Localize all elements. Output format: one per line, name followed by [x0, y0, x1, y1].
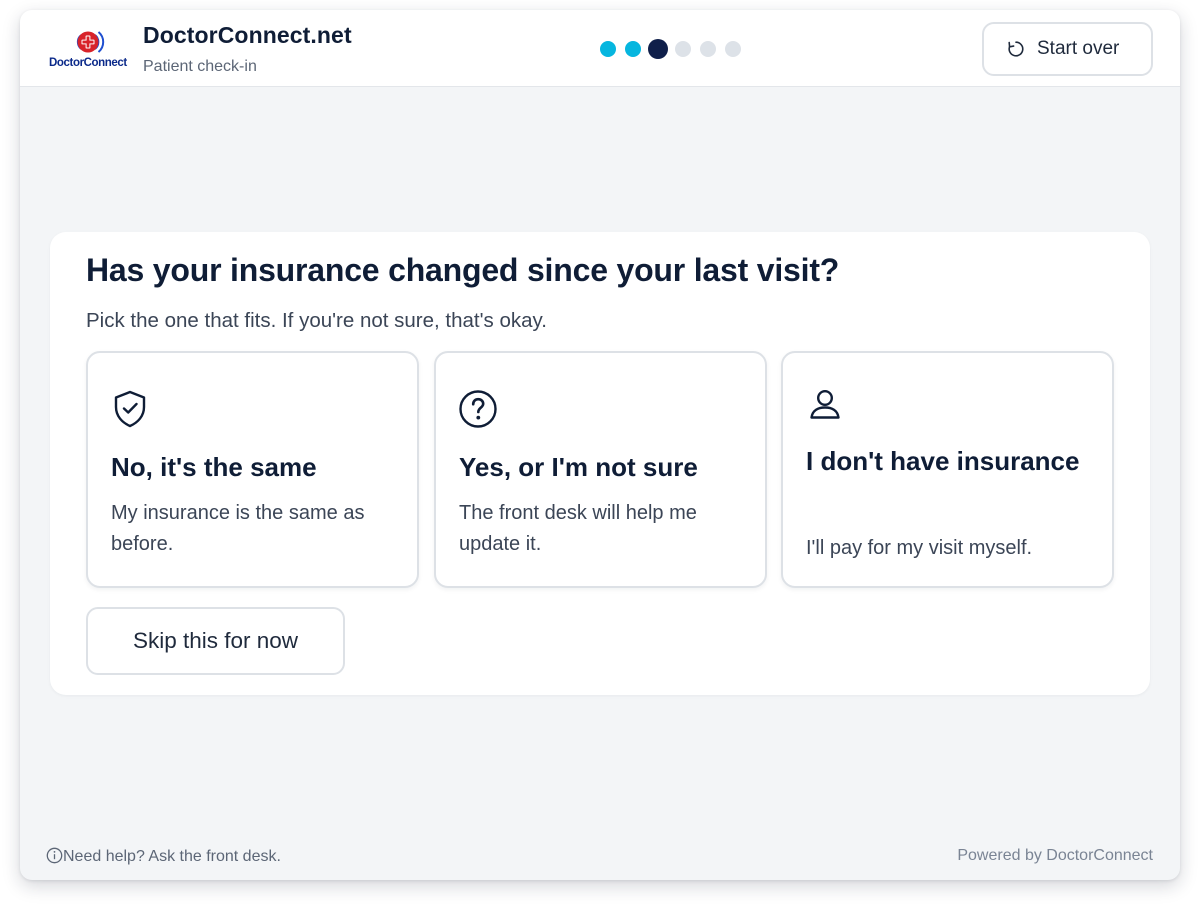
- shield-check-icon: [114, 390, 146, 428]
- skip-button[interactable]: Skip this for now: [86, 607, 345, 675]
- medical-cross-logo-icon: [76, 31, 105, 53]
- option-same-insurance[interactable]: No, it's the same My insurance is the sa…: [86, 351, 419, 588]
- option-description: I'll pay for my visit myself.: [806, 537, 1033, 559]
- footer-help: Need help? Ask the front desk.: [46, 847, 281, 867]
- option-changed-or-unsure[interactable]: Yes, or I'm not sure The front desk will…: [434, 351, 767, 588]
- option-description: The front desk will help me update it.: [459, 502, 697, 555]
- option-title: I don't have insurance: [806, 446, 1080, 476]
- option-description: My insurance is the same as before.: [111, 502, 365, 555]
- option-no-insurance[interactable]: I don't have insurance I'll pay for my v…: [781, 351, 1114, 588]
- progress-step-complete: [625, 41, 641, 57]
- option-title: No, it's the same: [111, 452, 317, 482]
- doctorconnect-logo: DoctorConnect: [46, 26, 127, 74]
- powered-by-text: Powered by DoctorConnect: [957, 847, 1153, 864]
- question-title: Has your insurance changed since your la…: [86, 252, 840, 288]
- progress-step-pending: [700, 41, 716, 57]
- brand-title: DoctorConnect.net: [143, 22, 352, 48]
- kiosk-window: DoctorConnect DoctorConnect.net Patient …: [20, 10, 1180, 880]
- info-icon: [46, 847, 63, 864]
- start-over-label: Start over: [1037, 38, 1120, 59]
- brand-subtitle: Patient check-in: [143, 58, 257, 75]
- header-bar: DoctorConnect DoctorConnect.net Patient …: [20, 10, 1180, 87]
- option-title: Yes, or I'm not sure: [459, 452, 698, 482]
- progress-step-current: [648, 39, 668, 59]
- question-hint: Pick the one that fits. If you're not su…: [86, 309, 547, 332]
- restart-icon: [1008, 41, 1024, 57]
- help-text: Need help? Ask the front desk.: [63, 848, 281, 865]
- question-circle-icon: [459, 390, 497, 428]
- question-card: Has your insurance changed since your la…: [50, 232, 1150, 695]
- progress-step-pending: [725, 41, 741, 57]
- progress-step-pending: [675, 41, 691, 57]
- person-icon: [810, 389, 840, 419]
- logo-wordmark: DoctorConnect: [49, 57, 127, 69]
- progress-step-complete: [600, 41, 616, 57]
- start-over-button[interactable]: Start over: [982, 22, 1153, 76]
